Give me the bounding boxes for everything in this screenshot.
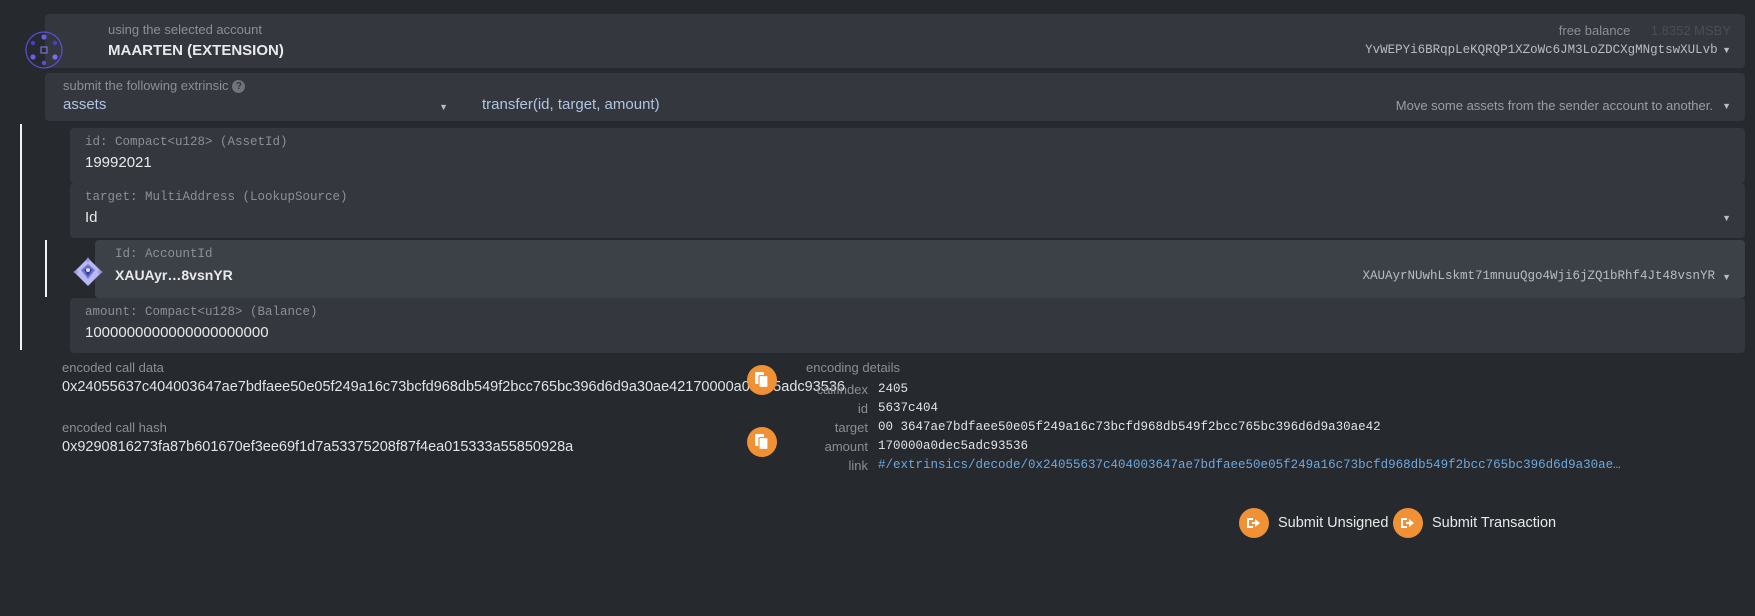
- submit-transaction-button[interactable]: Submit Transaction: [1393, 508, 1556, 538]
- param-amount-name: amount:: [85, 305, 145, 319]
- param-amount: amount: Compact<u128> (Balance) 10000000…: [70, 298, 1745, 353]
- section-value: assets: [63, 96, 106, 113]
- account-row: using the selected account MAARTEN (EXTE…: [45, 14, 1745, 68]
- method-dropdown[interactable]: transfer(id, target, amount): [482, 96, 660, 113]
- param-id: id: Compact<u128> (AssetId) 19992021: [70, 128, 1745, 183]
- section-dropdown[interactable]: assets ▼: [63, 96, 458, 114]
- detail-key-target: target: [758, 420, 868, 435]
- param-rail-inner: [45, 240, 47, 297]
- param-id-type: Compact<u128> (AssetId): [115, 135, 288, 149]
- account-name: MAARTEN (EXTENSION): [108, 41, 284, 61]
- param-target-type: MultiAddress (LookupSource): [145, 190, 348, 204]
- encoding-details-title: encoding details: [806, 360, 900, 375]
- extrinsic-legend-text: submit the following extrinsic: [63, 78, 228, 93]
- param-amount-label: amount: Compact<u128> (Balance): [85, 305, 318, 319]
- param-id-name: id:: [85, 135, 115, 149]
- chevron-down-icon[interactable]: ▼: [1722, 102, 1731, 111]
- extrinsic-legend: submit the following extrinsic?: [63, 78, 245, 93]
- encoded-call-hash-value: 0x9290816273fa87b601670ef3ee69f1d7a53375…: [62, 439, 573, 455]
- method-value: transfer(id, target, amount): [482, 96, 660, 113]
- param-target-label: target: MultiAddress (LookupSource): [85, 190, 348, 204]
- detail-key-id: id: [758, 401, 868, 416]
- param-account-id-address: XAUAyrNUwhLskmt71mnuuQgo4Wji6jZQ1bRhf4Jt…: [1362, 269, 1715, 283]
- chevron-down-icon[interactable]: ▼: [439, 103, 448, 112]
- param-target: target: MultiAddress (LookupSource) Id ▼: [70, 183, 1745, 238]
- submit-unsigned-label: Submit Unsigned: [1278, 515, 1388, 531]
- question-mark-icon[interactable]: ?: [232, 80, 245, 93]
- chevron-down-icon[interactable]: ▼: [1722, 214, 1731, 223]
- chevron-down-icon[interactable]: ▼: [1722, 45, 1731, 55]
- param-amount-input[interactable]: 1000000000000000000000: [85, 324, 269, 341]
- encoded-call-data-value: 0x24055637c404003647ae7bdfaee50e05f249a1…: [62, 379, 845, 395]
- submit-transaction-label: Submit Transaction: [1432, 515, 1556, 531]
- method-documentation: Move some assets from the sender account…: [1396, 98, 1713, 113]
- encoded-call-hash-label: encoded call hash: [62, 420, 167, 435]
- param-target-dropdown[interactable]: Id: [85, 209, 98, 226]
- encoded-call-data-label: encoded call data: [62, 360, 164, 375]
- sign-in-icon: [1239, 508, 1269, 538]
- account-id-identicon: [73, 257, 103, 287]
- detail-key-callindex: callIndex: [758, 382, 868, 397]
- param-target-name: target:: [85, 190, 145, 204]
- param-rail-outer: [20, 124, 22, 350]
- param-amount-type: Compact<u128> (Balance): [145, 305, 318, 319]
- account-legend: using the selected account: [108, 22, 284, 38]
- detail-value-id: 5637c404: [878, 401, 938, 415]
- detail-key-link: link: [758, 458, 868, 473]
- detail-value-target: 00 3647ae7bdfaee50e05f249a16c73bcfd968db…: [878, 420, 1381, 434]
- param-id-label: id: Compact<u128> (AssetId): [85, 135, 288, 149]
- account-address-row[interactable]: YvWEPYi6BRqpLeKQRQP1XZoWc6JM3LoZDCXgMNgt…: [1365, 40, 1731, 58]
- account-identicon: [25, 31, 63, 69]
- extrinsic-selector-row: submit the following extrinsic? assets ▼…: [45, 73, 1745, 121]
- free-balance-label: free balance: [1559, 23, 1631, 38]
- chevron-down-icon[interactable]: ▼: [1722, 273, 1731, 282]
- param-account-id-label: Id: AccountId: [115, 247, 213, 261]
- param-id-input[interactable]: 19992021: [85, 154, 152, 171]
- param-account-id-name: XAUAyr…8vsnYR: [115, 267, 233, 283]
- sign-in-icon: [1393, 508, 1423, 538]
- free-balance-value: 1.8352 MSBY: [1651, 23, 1731, 38]
- detail-key-amount: amount: [758, 439, 868, 454]
- detail-value-link[interactable]: #/extrinsics/decode/0x24055637c404003647…: [878, 458, 1621, 472]
- account-address: YvWEPYi6BRqpLeKQRQP1XZoWc6JM3LoZDCXgMNgt…: [1365, 43, 1718, 57]
- submit-unsigned-button[interactable]: Submit Unsigned: [1239, 508, 1388, 538]
- detail-value-amount: 170000a0dec5adc93536: [878, 439, 1028, 453]
- detail-value-callindex: 2405: [878, 382, 908, 396]
- free-balance: free balance 1.8352 MSBY: [1365, 22, 1731, 40]
- param-account-id: Id: AccountId XAUAyr…8vsnYR XAUAyrNUwhLs…: [95, 240, 1745, 298]
